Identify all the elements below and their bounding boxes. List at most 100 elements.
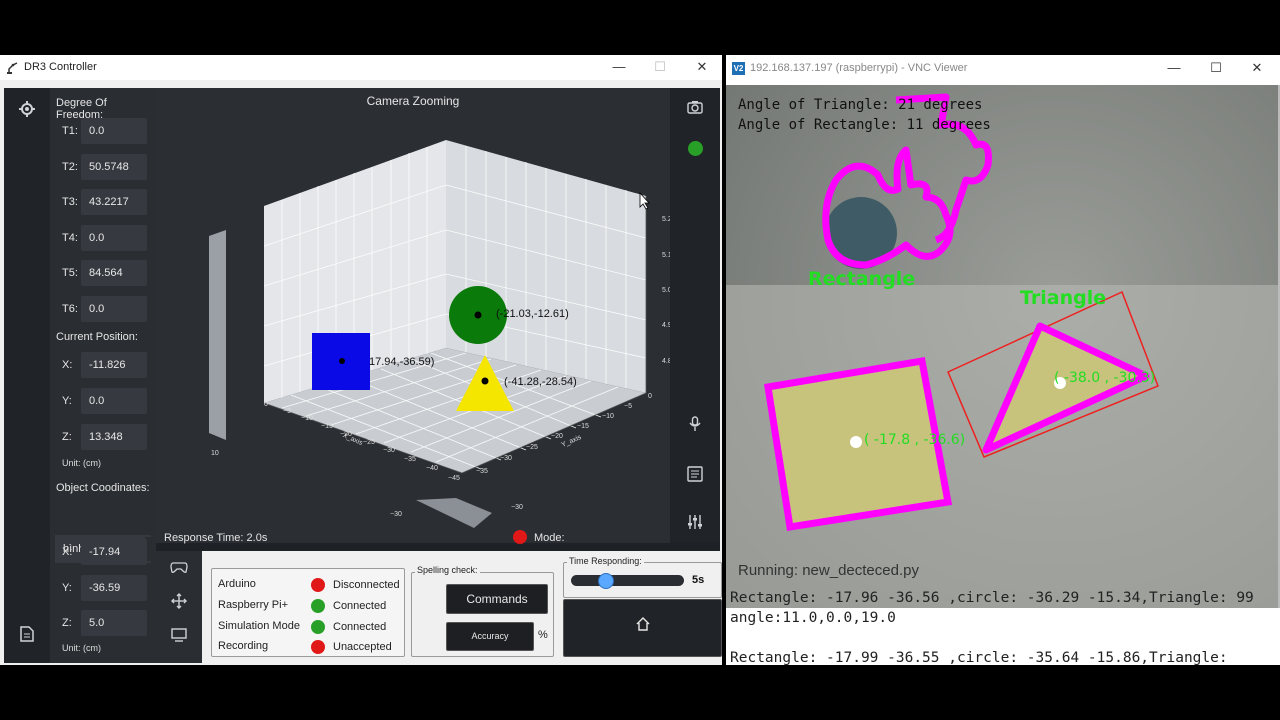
triangle-detection-coords: ( -38.0 , -30.3) <box>1054 370 1155 386</box>
x-tick: −5 <box>283 408 291 415</box>
status-value: Disconnected <box>333 579 400 591</box>
pos-z-field[interactable]: 13.348 <box>81 424 147 450</box>
accuracy-field[interactable]: Accuracy <box>446 622 534 651</box>
t1-field[interactable]: 0.0 <box>81 118 147 144</box>
camera-status-dot <box>688 141 703 156</box>
status-row-arduino: Arduino Disconnected <box>218 578 400 594</box>
time-responding-title: Time Responding: <box>567 556 644 566</box>
pos-x-field[interactable]: -11.826 <box>81 352 147 378</box>
vnc-logo-icon: V2 <box>732 62 745 75</box>
triangle-detection-label: Triangle <box>1020 287 1106 309</box>
document-icon[interactable] <box>17 626 37 646</box>
window-title: DR3 Controller <box>24 61 97 73</box>
obj-z-field[interactable]: 5.0 <box>81 610 147 636</box>
status-dot <box>311 620 325 634</box>
microphone-icon[interactable] <box>685 416 705 436</box>
connection-status-box: Arduino Disconnected Raspberry Pi+ Conne… <box>211 568 405 657</box>
time-responding-box: Time Responding: 5s <box>563 556 722 598</box>
vnc-maximize-button[interactable]: ☐ <box>1206 59 1226 77</box>
x-tick: −45 <box>448 475 460 482</box>
t2-field[interactable]: 50.5748 <box>81 154 147 180</box>
vnc-viewer-window: V2 192.168.137.197 (raspberrypi) - VNC V… <box>726 55 1280 666</box>
commands-button[interactable]: Commands <box>446 584 548 614</box>
camera-feed: Angle of Triangle: 21 degrees Angle of R… <box>726 85 1278 608</box>
settings-gear-icon[interactable] <box>17 100 37 120</box>
vnc-window-title: 192.168.137.197 (raspberrypi) - VNC View… <box>750 62 968 74</box>
rectangle-detection-coords: ( -17.8 , -36.6) <box>864 432 965 448</box>
x-tick: 0 <box>264 401 268 408</box>
dof-panel: Degree Of Freedom: T1: 0.0 T2: 50.5748 T… <box>50 88 156 663</box>
mode-label: Mode: <box>534 532 565 544</box>
x-tick: −15 <box>321 423 333 430</box>
obj-z-label: Z: <box>62 617 72 629</box>
pos-y-label: Y: <box>62 395 72 407</box>
t6-field[interactable]: 0.0 <box>81 296 147 322</box>
t3-label: T3: <box>62 196 78 208</box>
circle-center-dot <box>474 311 482 319</box>
right-rail <box>670 88 720 543</box>
side-slab-left <box>209 230 226 440</box>
vnc-close-button[interactable]: ✕ <box>1247 59 1267 77</box>
pos-x-label: X: <box>62 359 73 371</box>
status-name: Raspberry Pi+ <box>218 599 289 611</box>
monitor-icon[interactable] <box>168 628 190 646</box>
pos-y-field[interactable]: 0.0 <box>81 388 147 414</box>
triangle-center-dot <box>481 377 489 385</box>
time-slider-knob[interactable] <box>598 573 614 589</box>
terminal-line: Rectangle: -17.96 -36.56 ,circle: -36.29… <box>730 590 1254 606</box>
y-tick: −20 <box>551 433 563 440</box>
spelling-check-box: Spelling check: Commands Accuracy % <box>411 565 554 657</box>
gamepad-icon[interactable] <box>168 560 190 578</box>
camera-zoom-plot: Camera Zooming 17.94,-36.59) (-21.03,-12… <box>156 88 672 543</box>
time-slider[interactable] <box>571 573 684 589</box>
move-arrows-icon[interactable] <box>168 593 190 611</box>
vnc-minimize-button[interactable]: — <box>1164 59 1184 77</box>
status-name: Arduino <box>218 578 256 590</box>
sliders-icon[interactable] <box>685 514 705 534</box>
x-tick: −35 <box>404 456 416 463</box>
vnc-titlebar: V2 192.168.137.197 (raspberrypi) - VNC V… <box>726 55 1280 83</box>
status-name: Recording <box>218 640 269 652</box>
t2-label: T2: <box>62 161 78 173</box>
terminal-line: Rectangle: -17.99 -36.55 ,circle: -35.64… <box>730 650 1228 666</box>
y-tick: −30 <box>500 455 512 462</box>
maximize-button[interactable]: ☐ <box>650 58 670 76</box>
notes-icon[interactable] <box>685 466 705 486</box>
time-slider-value: 5s <box>692 574 705 586</box>
x-tick: −40 <box>426 465 438 472</box>
close-button[interactable]: ✕ <box>692 58 712 76</box>
obj-x-field[interactable]: -17.94 <box>81 539 147 565</box>
rectangle-angle-text: Angle of Rectangle: 11 degrees <box>738 117 991 133</box>
status-value: Unaccepted <box>333 641 392 653</box>
y-tick: −15 <box>577 423 589 430</box>
response-time-label: Response Time: <box>164 532 244 544</box>
spelling-check-title: Spelling check: <box>415 565 480 575</box>
pos-unit: Unit: (cm) <box>62 458 101 468</box>
minimize-button[interactable]: — <box>609 58 629 76</box>
t4-field[interactable]: 0.0 <box>81 225 147 251</box>
obj-y-field[interactable]: -36.59 <box>81 575 147 601</box>
t6-label: T6: <box>62 303 78 315</box>
triangle-angle-text: Angle of Triangle: 21 degrees <box>738 97 982 113</box>
x-tick: −10 <box>301 415 313 422</box>
mode-status-dot <box>513 530 527 544</box>
t5-field[interactable]: 84.564 <box>81 260 147 286</box>
dr3-controller-window: DR3 Controller — ☐ ✕ Degree Of Freedom: … <box>0 55 722 665</box>
status-row-simulation: Simulation Mode Connected <box>218 620 398 636</box>
t3-field[interactable]: 43.2217 <box>81 189 147 215</box>
home-button[interactable] <box>563 599 722 657</box>
left-rail <box>4 88 50 663</box>
t5-label: T5: <box>62 267 78 279</box>
side-tick-bottom-2: −30 <box>511 504 523 511</box>
y-tick: −25 <box>526 444 538 451</box>
side-slab-bottom <box>416 498 492 528</box>
status-value: Connected <box>333 600 387 612</box>
square-center-dot <box>339 358 345 364</box>
obj-unit: Unit: (cm) <box>62 643 101 653</box>
rectangle-detection-label: Rectangle <box>808 268 915 290</box>
robot-arm-icon <box>7 62 18 74</box>
camera-icon[interactable] <box>685 100 705 120</box>
status-row-raspberry: Raspberry Pi+ Connected <box>218 599 398 615</box>
status-dot <box>311 599 325 613</box>
square-label: 17.94,-36.59) <box>369 356 435 368</box>
